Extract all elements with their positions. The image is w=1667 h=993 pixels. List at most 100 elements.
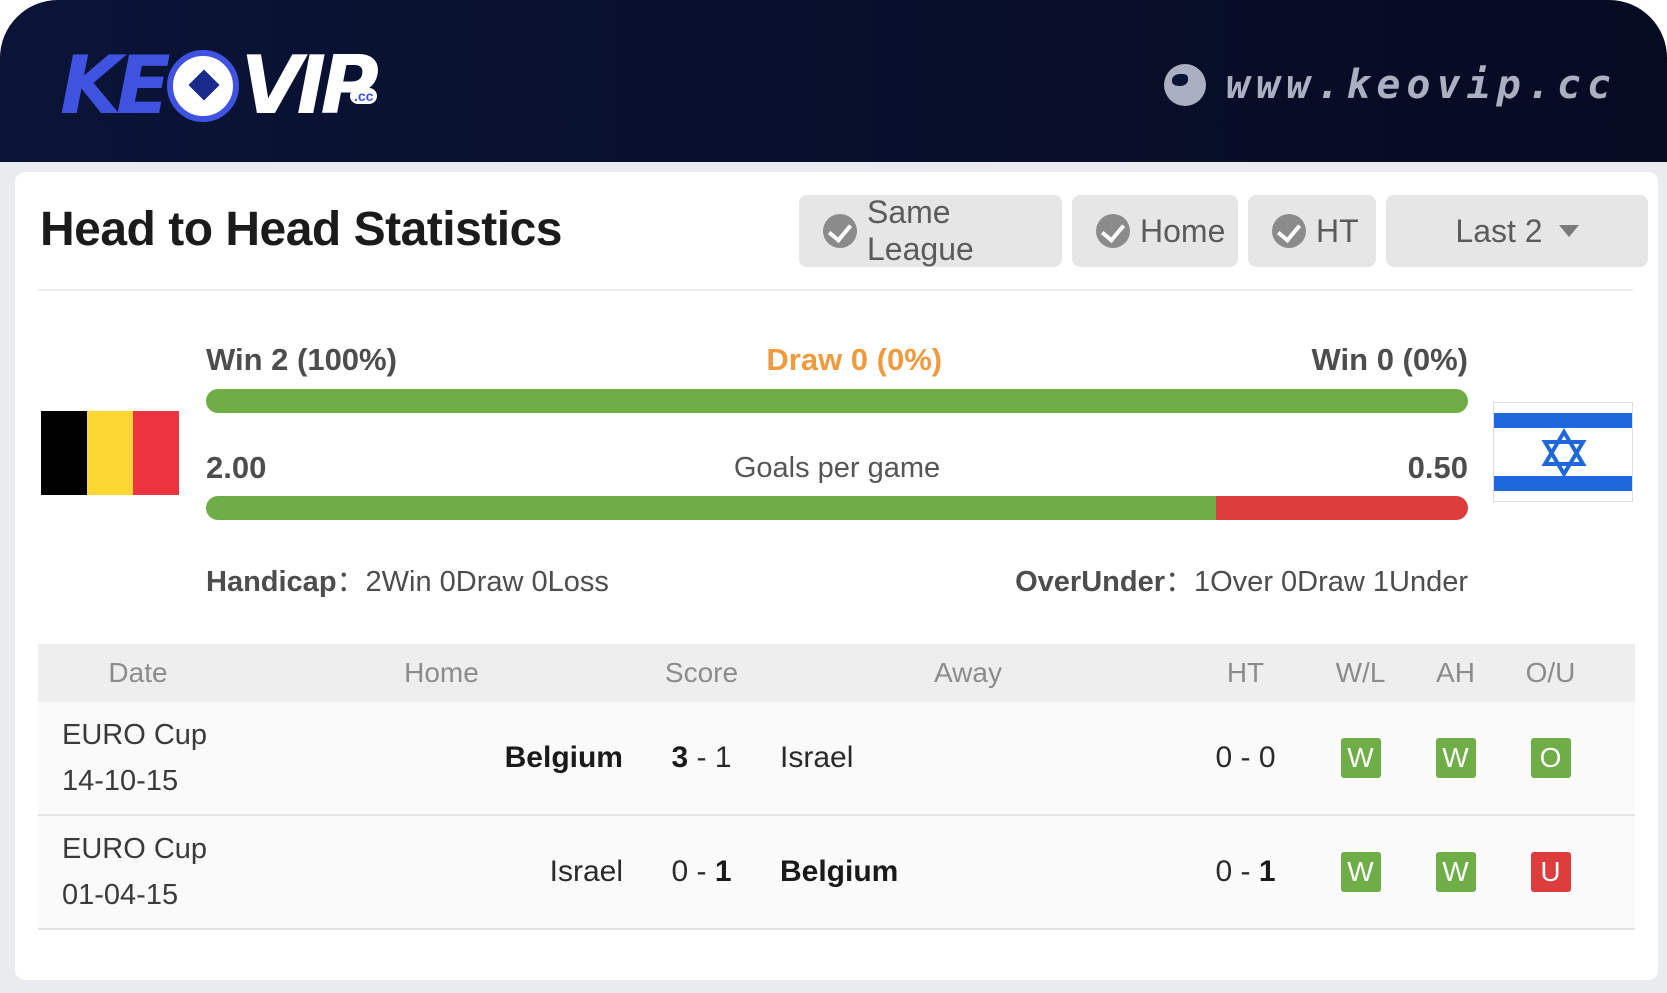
flag-stripe-red: [133, 411, 179, 495]
overunder-value: 1Over 0Draw 1Under: [1194, 566, 1468, 598]
match-date: 01-04-15: [62, 879, 179, 911]
home-team[interactable]: Belgium: [238, 741, 645, 775]
handicap-value: 2Win 0Draw 0Loss: [365, 566, 609, 598]
h2h-card: Head to Head Statistics Same League Home…: [15, 172, 1658, 980]
league-name: EURO Cup: [62, 719, 208, 751]
ou-badge: U: [1530, 852, 1571, 892]
ah-badge: W: [1435, 852, 1476, 892]
score-away: 1: [714, 741, 732, 774]
logo-text-vip: VIP: [240, 39, 379, 132]
away-win-stat: Win 0 (0%): [1311, 342, 1468, 377]
ht-home: 0: [1215, 855, 1233, 888]
ht-away: 0: [1258, 741, 1276, 774]
site-header: KE VIP .cc www.keovip.cc: [0, 0, 1667, 162]
handicap-label: Handicap: [206, 566, 337, 598]
win-ratio-bar: [206, 389, 1468, 413]
table-row[interactable]: EURO Cup 14-10-15 Belgium 3 - 1 Israel 0…: [38, 702, 1635, 816]
site-url-block: www.keovip.cc: [1163, 62, 1617, 108]
ah-cell: W: [1408, 852, 1503, 892]
col-score: Score: [664, 657, 739, 688]
col-wl: W/L: [1335, 657, 1386, 688]
page-title: Head to Head Statistics: [40, 203, 562, 256]
flag-stripe-yellow: [87, 411, 133, 495]
handicap-overunder-summary: Handicap：2Win 0Draw 0Loss OverUnder：1Ove…: [206, 558, 1468, 600]
ht-toggle[interactable]: HT: [1248, 195, 1376, 267]
result-summary: Win 2 (100%) Draw 0 (0%) Win 0 (0%): [206, 342, 1468, 378]
score-home: 0: [671, 855, 689, 888]
home-goals-segment: [206, 496, 1216, 520]
filter-bar: Same League Home HT Last 2: [799, 194, 1648, 267]
match-date: 14-10-15: [62, 765, 179, 797]
logo-text-ke: KE: [60, 39, 171, 132]
score-separator: -: [688, 741, 715, 774]
match-date-cell: EURO Cup 14-10-15: [38, 712, 238, 804]
ht-separator: -: [1232, 741, 1259, 774]
col-ht: HT: [1226, 657, 1265, 688]
flag-stripe-blue-bottom: [1494, 476, 1632, 491]
ht-separator: -: [1232, 855, 1259, 888]
goals-per-game-label: Goals per game: [733, 451, 941, 484]
home-team[interactable]: Israel: [238, 855, 645, 889]
ah-badge: W: [1435, 738, 1476, 778]
draw-stat: Draw 0 (0%): [766, 342, 943, 377]
goals-ratio-bar: [206, 496, 1468, 520]
league-name: EURO Cup: [62, 833, 208, 865]
israel-flag: [1493, 402, 1633, 502]
table-row[interactable]: EURO Cup 01-04-15 Israel 0 - 1 Belgium 0…: [38, 816, 1635, 930]
wl-cell: W: [1313, 738, 1408, 778]
home-label: Home: [1140, 212, 1226, 249]
last-matches-value: Last 2: [1455, 212, 1543, 249]
ah-cell: W: [1408, 738, 1503, 778]
ht-label: HT: [1316, 212, 1359, 249]
score-separator: -: [688, 855, 715, 888]
check-circle-icon: [1272, 214, 1306, 248]
ou-cell: U: [1503, 852, 1598, 892]
handicap-summary: Handicap：2Win 0Draw 0Loss: [206, 566, 609, 598]
wl-badge: W: [1340, 738, 1381, 778]
same-league-toggle[interactable]: Same League: [799, 194, 1062, 267]
home-goals-per-game: 2.00: [206, 450, 267, 485]
away-goals-segment: [1215, 496, 1468, 520]
ht-away: 1: [1258, 855, 1276, 888]
logo-suffix: .cc: [350, 88, 378, 104]
table-header: Date Home Score Away HT W/L AH O/U: [38, 644, 1635, 702]
last-matches-select[interactable]: Last 2: [1386, 195, 1648, 267]
away-team[interactable]: Belgium: [758, 855, 1178, 889]
belgium-flag: [41, 411, 179, 495]
away-team[interactable]: Israel: [758, 741, 1178, 775]
check-circle-icon: [823, 214, 857, 248]
site-url: www.keovip.cc: [1225, 62, 1617, 108]
ou-badge: O: [1530, 738, 1571, 778]
ht-score: 0 - 0: [1178, 741, 1313, 775]
home-win-segment: [206, 389, 1468, 413]
wl-badge: W: [1340, 852, 1381, 892]
col-away: Away: [934, 657, 1002, 688]
col-ou: O/U: [1525, 657, 1576, 688]
h2h-table: Date Home Score Away HT W/L AH O/U EURO …: [38, 644, 1635, 930]
screenshot-frame: KE VIP .cc www.keovip.cc Head to Head St…: [0, 0, 1667, 993]
flag-stripe-black: [41, 411, 87, 495]
score: 3 - 1: [645, 741, 758, 775]
divider: [38, 289, 1633, 291]
football-icon: [166, 50, 239, 122]
home-win-stat: Win 2 (100%): [206, 342, 397, 377]
wl-cell: W: [1313, 852, 1408, 892]
score-home: 3: [671, 741, 689, 774]
away-goals-per-game: 0.50: [1407, 450, 1468, 485]
flag-stripe-blue-top: [1494, 413, 1632, 428]
ht-score: 0 - 1: [1178, 855, 1313, 889]
overunder-summary: OverUnder：1Over 0Draw 1Under: [1015, 566, 1468, 598]
col-date: Date: [108, 657, 168, 688]
home-toggle[interactable]: Home: [1072, 195, 1238, 267]
score-away: 1: [714, 855, 732, 888]
star-of-david-icon: [1541, 428, 1587, 478]
col-ah: AH: [1436, 657, 1475, 688]
ht-home: 0: [1215, 741, 1233, 774]
score: 0 - 1: [645, 855, 758, 889]
caret-down-icon: [1558, 225, 1579, 237]
globe-icon: [1163, 64, 1206, 106]
ou-cell: O: [1503, 738, 1598, 778]
goals-summary: 2.00 Goals per game 0.50: [206, 450, 1468, 486]
match-date-cell: EURO Cup 01-04-15: [38, 826, 238, 918]
keovip-logo[interactable]: KE VIP .cc: [60, 36, 410, 136]
